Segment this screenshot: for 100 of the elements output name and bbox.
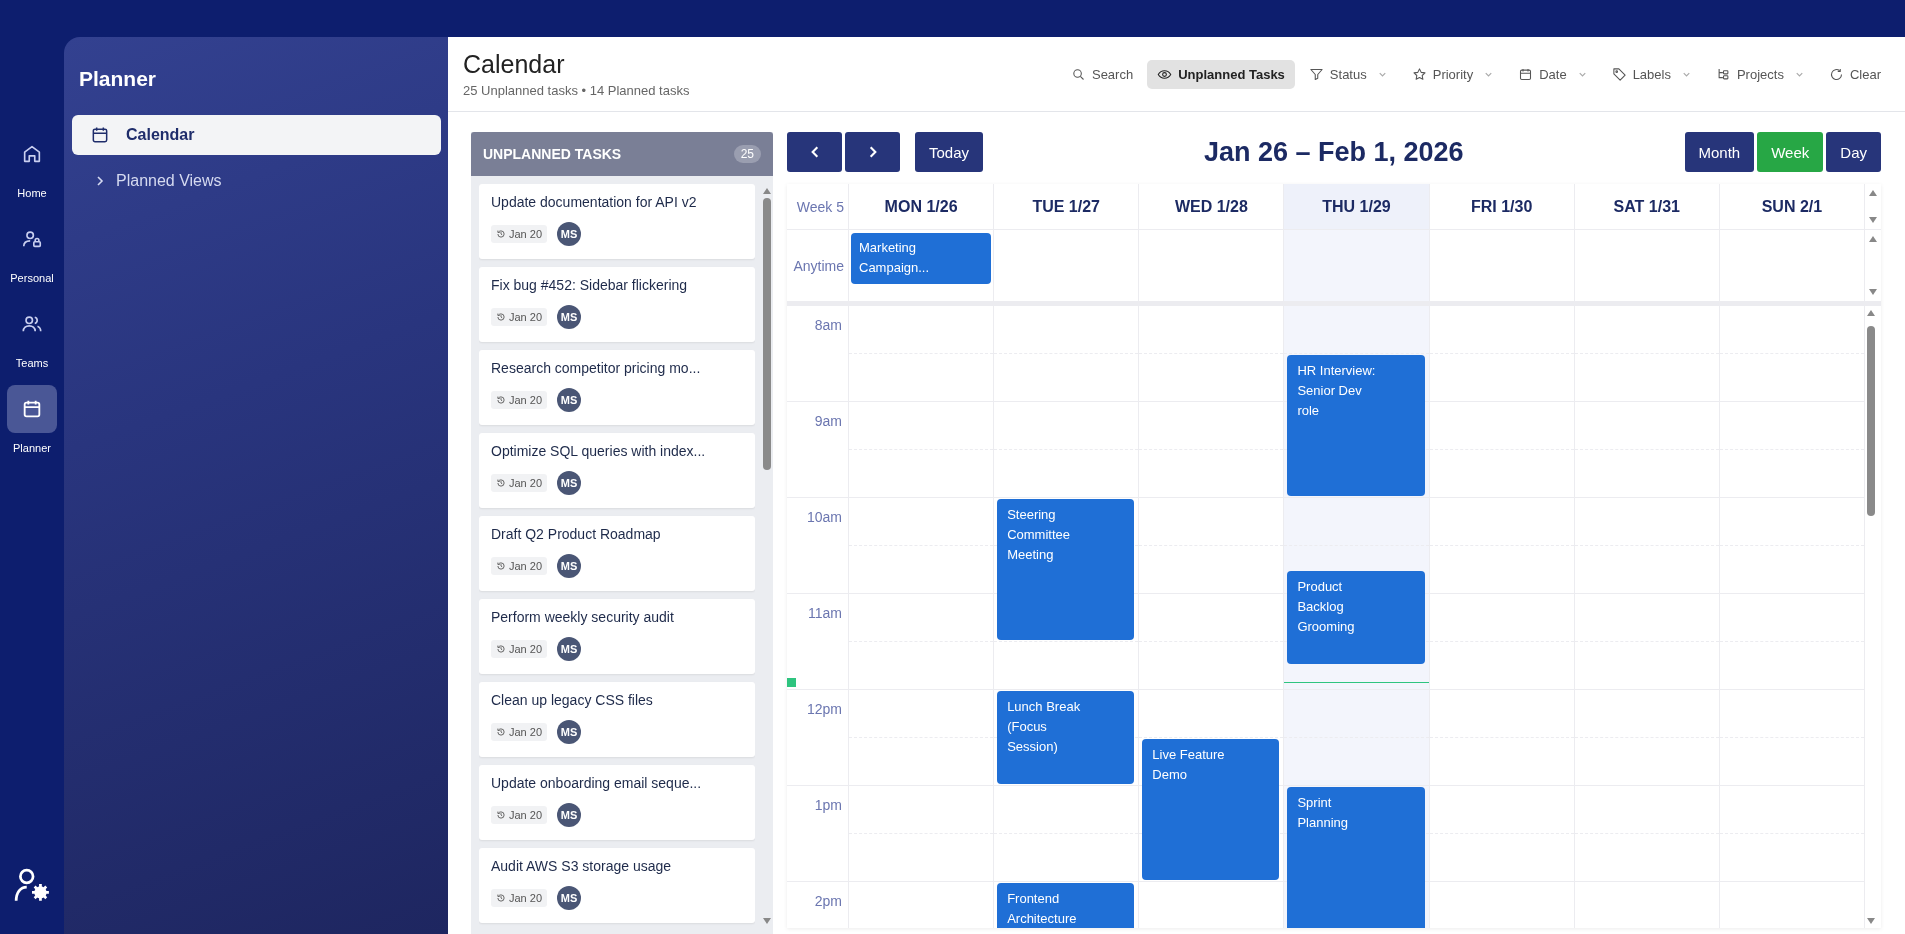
date-chip: Jan 20 xyxy=(491,723,548,741)
scroll-up-icon[interactable] xyxy=(1868,189,1878,197)
task-card[interactable]: Update documentation for API v2 Jan 20 MS xyxy=(479,184,755,259)
task-card[interactable]: Audit AWS S3 storage usage Jan 20 MS xyxy=(479,848,755,923)
date-range-title: Jan 26 – Feb 1, 2026 xyxy=(1203,136,1464,168)
calendar-event[interactable]: Sprint Planning xyxy=(1287,787,1425,928)
task-card[interactable]: Draft Q2 Product Roadmap Jan 20 MS xyxy=(479,516,755,591)
calendar-icon xyxy=(21,398,43,420)
date-chip: Jan 20 xyxy=(491,557,548,575)
scroll-up-icon[interactable] xyxy=(1868,235,1878,243)
hour-label: 12pm xyxy=(806,701,842,717)
hour-label: 9am xyxy=(814,413,842,429)
task-card[interactable]: Perform weekly security audit Jan 20 MS xyxy=(479,599,755,674)
next-button[interactable] xyxy=(845,132,900,172)
view-tab[interactable]: Month xyxy=(1684,132,1755,172)
date-chip: Jan 20 xyxy=(491,640,548,658)
task-title: Fix bug #452: Sidebar flickering xyxy=(491,277,689,293)
tree-icon xyxy=(1715,66,1731,82)
assignee-avatar: MS xyxy=(557,554,582,578)
filter-dropdown[interactable]: Labels xyxy=(1601,59,1702,89)
rail-button[interactable] xyxy=(7,385,57,433)
calendar-event[interactable]: Steering Committee Meeting xyxy=(997,499,1135,640)
hour-label: 11am xyxy=(808,605,842,621)
search-icon xyxy=(1070,66,1086,82)
history-icon xyxy=(496,395,506,405)
scroll-down-icon[interactable] xyxy=(1868,288,1878,296)
calendar-icon xyxy=(1518,66,1534,82)
panel-title: UNPLANNED TASKS xyxy=(483,146,622,162)
date-chip: Jan 20 xyxy=(491,474,548,492)
date-chip: Jan 20 xyxy=(491,308,548,326)
scroll-down-icon[interactable] xyxy=(1866,917,1876,925)
date-chip: Jan 20 xyxy=(491,391,548,409)
task-card[interactable]: Research competitor pricing mo... Jan 20 MS xyxy=(479,350,755,425)
hour-label: 1pm xyxy=(814,797,842,813)
filter-icon xyxy=(1308,66,1324,82)
filter-dropdown[interactable]: Date xyxy=(1508,59,1598,89)
day-header: THU 1/29 xyxy=(1284,184,1430,229)
count-badge: 25 xyxy=(733,145,761,163)
calendar-event[interactable]: Frontend Architecture xyxy=(997,883,1135,928)
sidebar-group[interactable]: Planned Views xyxy=(72,161,441,201)
toolbar-button[interactable]: Clear xyxy=(1818,59,1891,89)
assignee-avatar: MS xyxy=(557,222,582,246)
calendar-event[interactable]: Marketing Campaign... xyxy=(851,233,992,284)
toolbar-button[interactable]: Search xyxy=(1060,59,1144,89)
scroll-up-icon[interactable] xyxy=(1866,309,1876,317)
task-title: Update documentation for API v2 xyxy=(491,194,698,210)
filter-dropdown[interactable]: Priority xyxy=(1401,59,1505,89)
toggle-button[interactable]: Unplanned Tasks xyxy=(1147,59,1295,89)
task-card[interactable]: Optimize SQL queries with index... Jan 20 MS xyxy=(479,433,755,508)
chevron-right-icon xyxy=(94,175,106,187)
history-icon xyxy=(496,478,506,488)
scrollbar-thumb[interactable] xyxy=(1867,326,1875,517)
rail-label: Home xyxy=(17,187,47,199)
task-card[interactable]: Update onboarding email seque... Jan 20 MS xyxy=(479,765,755,840)
task-card[interactable]: Fix bug #452: Sidebar flickering Jan 20 MS xyxy=(479,267,755,342)
tag-icon xyxy=(1611,66,1627,82)
week-number: Week 5 xyxy=(796,198,844,215)
user-lock-icon xyxy=(21,228,43,250)
day-header: SAT 1/31 xyxy=(1574,184,1720,229)
task-title: Research competitor pricing mo... xyxy=(491,360,702,376)
date-chip: Jan 20 xyxy=(491,806,548,824)
sidebar-item[interactable]: Calendar xyxy=(72,115,441,155)
history-icon xyxy=(496,810,506,820)
hour-label: 10am xyxy=(806,509,842,525)
view-tab[interactable]: Day xyxy=(1826,132,1881,172)
scroll-down-icon[interactable] xyxy=(1868,216,1878,224)
home-icon xyxy=(21,143,43,165)
day-header: FRI 1/30 xyxy=(1429,184,1575,229)
scrollbar-thumb[interactable] xyxy=(763,198,771,471)
scroll-down-icon[interactable] xyxy=(762,917,772,925)
previous-button[interactable] xyxy=(787,132,842,172)
assignee-avatar: MS xyxy=(557,471,582,495)
task-card[interactable]: Clean up legacy CSS files Jan 20 MS xyxy=(479,682,755,757)
assignee-avatar: MS xyxy=(557,720,582,744)
filter-dropdown[interactable]: Status xyxy=(1298,59,1398,89)
date-chip: Jan 20 xyxy=(491,225,548,243)
assignee-avatar: MS xyxy=(557,803,582,827)
calendar-event[interactable]: Lunch Break (Focus Session) xyxy=(997,691,1135,784)
calendar-event[interactable]: Live Feature Demo xyxy=(1142,739,1280,880)
history-icon xyxy=(496,312,506,322)
history-icon xyxy=(496,229,506,239)
page-title: Calendar xyxy=(463,50,566,79)
calendar-event[interactable]: Product Backlog Grooming xyxy=(1287,571,1425,664)
task-title: Draft Q2 Product Roadmap xyxy=(491,526,662,542)
history-icon xyxy=(496,561,506,571)
page-subtitle: 25 Unplanned tasks • 14 Planned tasks xyxy=(463,83,690,98)
today-button[interactable]: Today xyxy=(915,132,984,172)
history-icon xyxy=(496,893,506,903)
hour-label: 8am xyxy=(814,317,842,333)
scroll-up-icon[interactable] xyxy=(762,187,772,195)
user-settings-icon[interactable] xyxy=(13,866,51,904)
filter-dropdown[interactable]: Projects xyxy=(1705,59,1815,89)
assignee-avatar: MS xyxy=(557,305,582,329)
task-title: Audit AWS S3 storage usage xyxy=(491,858,673,874)
task-title: Perform weekly security audit xyxy=(491,609,675,625)
calendar-event[interactable]: HR Interview: Senior Dev role xyxy=(1287,355,1425,496)
assignee-avatar: MS xyxy=(557,637,582,661)
task-title: Optimize SQL queries with index... xyxy=(491,443,707,459)
refresh-icon xyxy=(1828,66,1844,82)
history-icon xyxy=(496,727,506,737)
